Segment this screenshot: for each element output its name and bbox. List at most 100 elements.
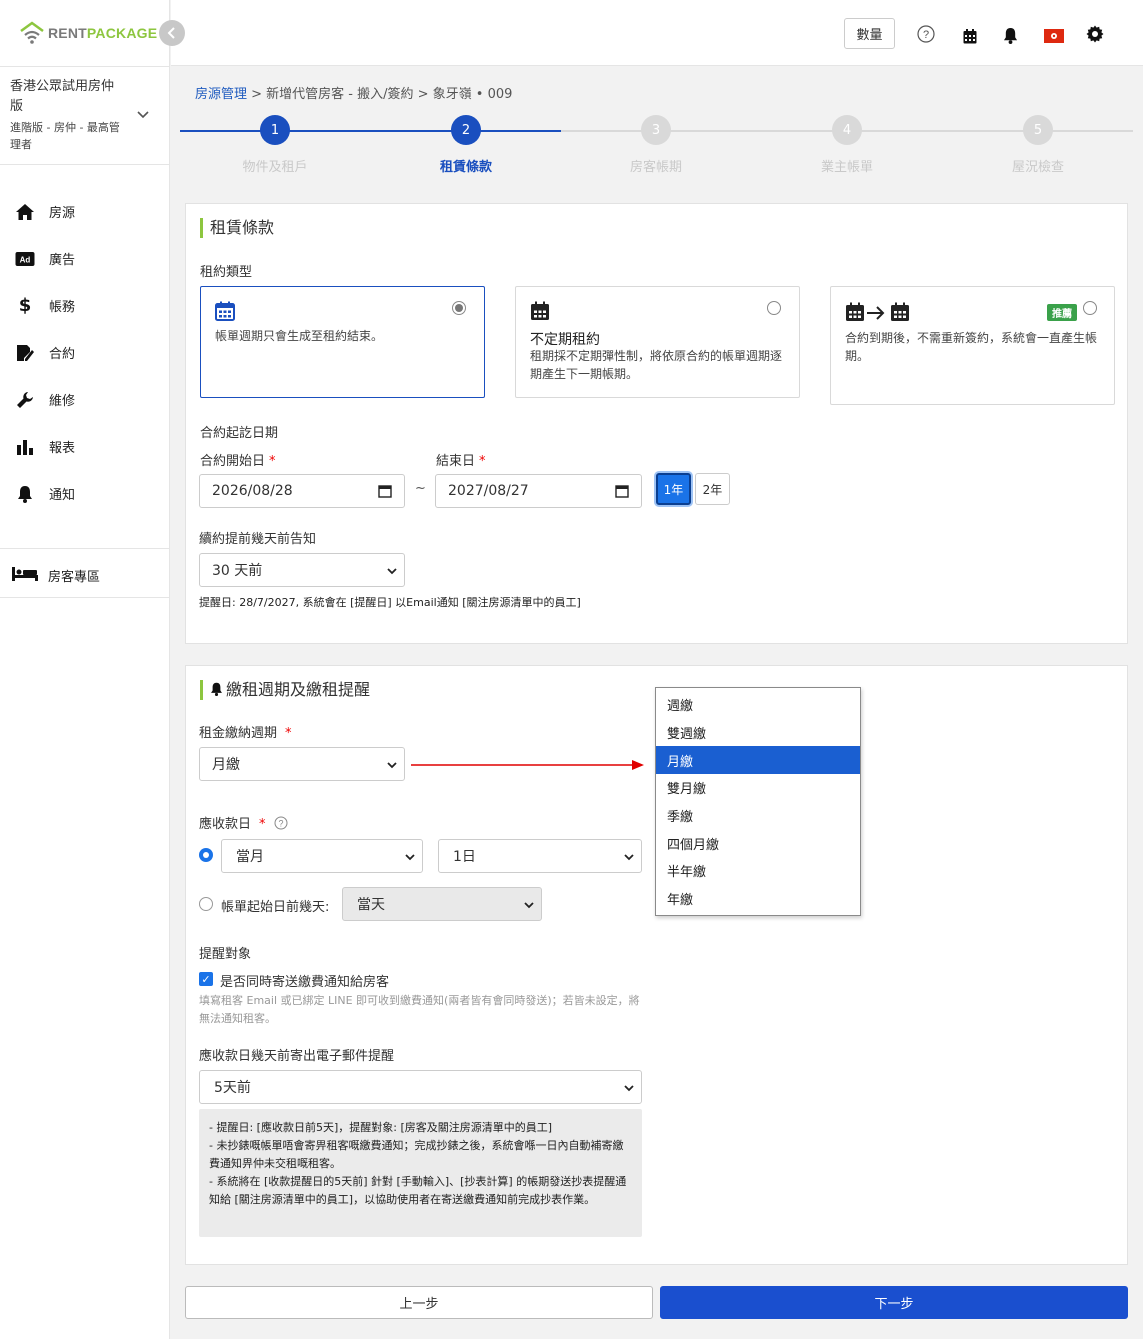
dropdown-option[interactable]: 四個月繳 bbox=[656, 829, 860, 857]
brand-part2: PACKAGE bbox=[86, 25, 158, 41]
logo[interactable]: RENTPACKAGE bbox=[18, 20, 157, 46]
lease-option-radio[interactable] bbox=[1083, 301, 1097, 315]
email-reminder-select[interactable]: 5天前 bbox=[199, 1070, 642, 1104]
calendar-icon bbox=[531, 301, 549, 320]
breadcrumb-root-link[interactable]: 房源管理 bbox=[195, 87, 247, 102]
rent-cycle-value: 月繳 bbox=[212, 757, 240, 773]
chevron-down-icon bbox=[624, 854, 634, 861]
calendar-blue-icon bbox=[215, 301, 235, 321]
chevron-down-icon bbox=[624, 1085, 634, 1092]
sidebar-item-notifications[interactable]: 通知 bbox=[0, 470, 170, 517]
sidebar-item-label: 房客專區 bbox=[48, 569, 101, 585]
top-bar: 數量 ? bbox=[171, 0, 1143, 66]
step-number: 2 bbox=[451, 115, 481, 145]
gear-icon[interactable] bbox=[1085, 24, 1105, 44]
step-label: 租賃條款 bbox=[439, 160, 492, 175]
end-date-label-text: 結束日 bbox=[436, 454, 476, 469]
dropdown-option[interactable]: 年繳 bbox=[656, 885, 860, 913]
due-date-label: 應收款日 * ? bbox=[199, 813, 288, 832]
renew-notice-select[interactable]: 30 天前 bbox=[199, 553, 405, 587]
sidebar-item-contracts[interactable]: 合約 bbox=[0, 329, 170, 376]
lease-option-radio[interactable] bbox=[767, 301, 781, 315]
dropdown-option[interactable]: 週繳 bbox=[656, 691, 860, 719]
sidebar-item-label: 房源 bbox=[49, 206, 76, 221]
step-number: 5 bbox=[1023, 115, 1053, 145]
notify-tenant-checkbox[interactable]: ✓ bbox=[199, 972, 213, 986]
email-reminder-value: 5天前 bbox=[214, 1080, 251, 1096]
calendar-icon[interactable] bbox=[960, 26, 980, 46]
sidebar-item-reports[interactable]: 報表 bbox=[0, 423, 170, 470]
renew-notice-label: 續約提前幾天前告知 bbox=[199, 532, 317, 547]
due-month-radio[interactable] bbox=[199, 848, 213, 862]
bell-icon[interactable] bbox=[1000, 25, 1020, 45]
hk-flag-icon[interactable] bbox=[1043, 26, 1065, 46]
svg-text:?: ? bbox=[923, 29, 929, 41]
bell-icon bbox=[14, 484, 36, 504]
account-switcher[interactable]: 香港公眾試用房仲版 進階版 - 房仲 - 最高管理者 bbox=[0, 66, 170, 165]
end-date-label: 結束日 * bbox=[436, 454, 486, 469]
step-number: 3 bbox=[641, 115, 671, 145]
breadcrumb: 房源管理 > 新增代管房客 - 搬入/簽約 > 象牙嶺 • 009 bbox=[195, 83, 512, 102]
lease-option-fixed[interactable]: 帳單週期只會生成至租約結束。 bbox=[200, 286, 485, 398]
reminder-target-label: 提醒對象 bbox=[199, 947, 252, 962]
end-date-input[interactable]: 2027/08/27 bbox=[435, 474, 642, 508]
lease-option-desc: 帳單週期只會生成至租約結束。 bbox=[215, 329, 384, 343]
sidebar: RENTPACKAGE 香港公眾試用房仲版 進階版 - 房仲 - 最高管理者 房… bbox=[0, 0, 170, 1339]
calendar-icon[interactable] bbox=[378, 484, 392, 498]
sidebar-item-accounts[interactable]: $ 帳務 bbox=[0, 282, 170, 329]
before-days-label: 帳單起始日前幾天: bbox=[221, 900, 330, 915]
ad-icon: Ad bbox=[14, 249, 36, 269]
due-month-select[interactable]: 當月 bbox=[221, 839, 423, 873]
one-year-button[interactable]: 1年 bbox=[656, 473, 691, 505]
lease-option-title: 不定期租約 bbox=[530, 332, 600, 348]
stepper: 1 物件及租戶 2 租賃條款 3 房客帳期 4 業主帳單 5 屋況檢查 bbox=[180, 115, 1133, 175]
dropdown-option[interactable]: 雙週繳 bbox=[656, 719, 860, 747]
sidebar-item-listings[interactable]: 房源 bbox=[0, 188, 170, 235]
next-step-button[interactable]: 下一步 bbox=[660, 1286, 1128, 1319]
step-1: 1 物件及租戶 bbox=[215, 115, 335, 175]
before-days-select[interactable]: 當天 bbox=[342, 887, 542, 921]
lease-option-indefinite[interactable]: 不定期租約 租期採不定期彈性制，將依原合約的帳單週期逐期產生下一期帳期。 bbox=[515, 286, 800, 398]
reminder-note: - 未抄錶嘅帳單唔會寄畀租客嘅繳費通知；完成抄錶之後，系統會喺一日內自動補寄繳費… bbox=[209, 1139, 624, 1170]
collapse-sidebar-button[interactable] bbox=[159, 20, 185, 46]
previous-step-button[interactable]: 上一步 bbox=[185, 1286, 653, 1319]
sidebar-item-label: 帳務 bbox=[49, 300, 76, 315]
dropdown-option[interactable]: 半年繳 bbox=[656, 857, 860, 885]
calendar-icon[interactable] bbox=[615, 484, 629, 498]
rent-cycle-label-text: 租金繳納週期 bbox=[199, 726, 278, 741]
dropdown-option[interactable]: 季繳 bbox=[656, 802, 860, 830]
lease-option-auto-renew[interactable]: 推薦 合約到期後，不需重新簽約，系統會一直產生帳期。 bbox=[830, 286, 1115, 405]
step-5: 5 屋況檢查 bbox=[978, 115, 1098, 175]
before-days-value: 當天 bbox=[357, 897, 385, 913]
svg-text:Ad: Ad bbox=[20, 255, 31, 264]
start-date-label: 合約開始日 * bbox=[200, 454, 276, 469]
two-year-button[interactable]: 2年 bbox=[695, 473, 730, 505]
dropdown-option-selected[interactable]: 月繳 bbox=[656, 746, 860, 775]
help-icon[interactable]: ? bbox=[274, 816, 288, 830]
start-date-input[interactable]: 2026/08/28 bbox=[199, 474, 405, 508]
due-date-label-text: 應收款日 bbox=[199, 817, 252, 832]
step-label: 屋況檢查 bbox=[1011, 160, 1064, 175]
step-label: 業主帳單 bbox=[820, 160, 873, 175]
divider bbox=[0, 597, 170, 598]
help-icon[interactable]: ? bbox=[916, 24, 936, 44]
sidebar-nav: 房源 Ad 廣告 $ 帳務 合約 維修 報表 通知 bbox=[0, 188, 170, 517]
rent-cycle-title: 繳租週期及繳租提醒 bbox=[200, 680, 370, 700]
notify-tenant-note: 填寫租客 Email 或已綁定 LINE 即可收到繳費通知(兩者皆有會同時發送)… bbox=[199, 994, 640, 1025]
chevron-left-icon bbox=[167, 27, 175, 39]
date-separator: ~ bbox=[415, 481, 426, 496]
dropdown-option[interactable]: 雙月繳 bbox=[656, 774, 860, 802]
due-day-select[interactable]: 1日 bbox=[438, 839, 642, 873]
sidebar-item-maintenance[interactable]: 維修 bbox=[0, 376, 170, 423]
quantity-button[interactable]: 數量 bbox=[844, 18, 895, 49]
start-date-label-text: 合約開始日 bbox=[200, 454, 266, 469]
rent-cycle-select[interactable]: 月繳 bbox=[199, 747, 405, 781]
bell-icon bbox=[211, 682, 222, 696]
bar-chart-icon bbox=[14, 437, 36, 457]
end-date-value: 2027/08/27 bbox=[448, 483, 529, 499]
lease-option-radio[interactable] bbox=[452, 301, 466, 315]
before-days-radio[interactable] bbox=[199, 897, 213, 911]
sidebar-item-ads[interactable]: Ad 廣告 bbox=[0, 235, 170, 282]
sidebar-item-tenant-zone[interactable]: 房客專區 bbox=[0, 552, 170, 598]
start-date-value: 2026/08/28 bbox=[212, 483, 293, 499]
